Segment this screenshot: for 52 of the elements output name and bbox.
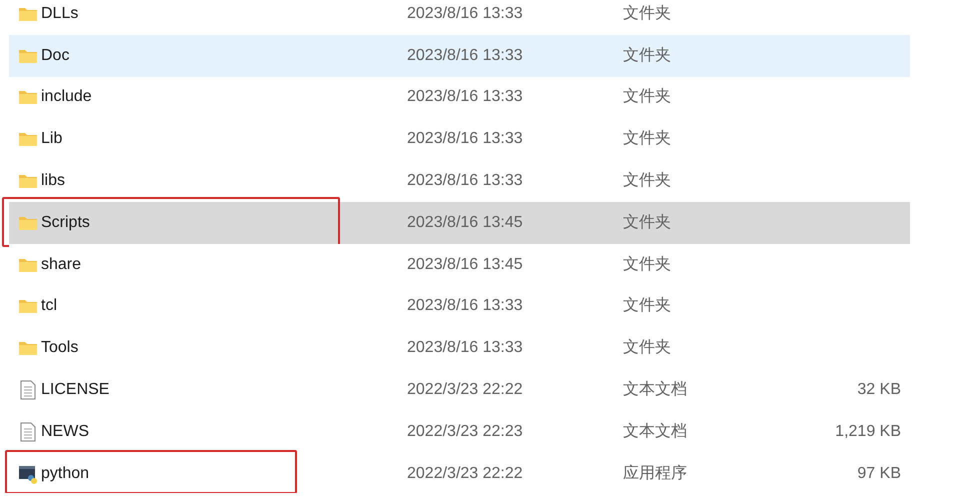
file-type: 文件夹 (623, 128, 672, 150)
file-name: LICENSE (41, 380, 110, 400)
file-name: Doc (41, 46, 70, 66)
modified-date: 2022/3/23 22:22 (407, 380, 524, 400)
file-name: python (41, 464, 90, 484)
file-size: 32 KB (857, 380, 901, 400)
file-size: 1,219 KB (835, 422, 901, 442)
modified-date: 2023/8/16 13:45 (407, 254, 524, 275)
modified-date: 2023/8/16 13:33 (407, 296, 524, 316)
modified-date: 2023/8/16 13:33 (407, 46, 524, 66)
folder-icon (18, 131, 38, 148)
file-name: share (41, 254, 82, 275)
file-name: Lib (41, 129, 64, 150)
folder-icon (18, 256, 38, 273)
file-type: 应用程序 (623, 464, 688, 484)
modified-date: 2023/8/16 13:33 (407, 171, 524, 192)
file-type: 文件夹 (623, 4, 672, 24)
file-type: 文件夹 (623, 212, 672, 233)
file-type: 文件夹 (623, 338, 672, 358)
modified-date: 2023/8/16 13:33 (407, 129, 524, 150)
folder-icon (18, 298, 38, 314)
file-name: NEWS (41, 422, 90, 442)
folder-icon (18, 6, 38, 22)
app-window-icon (18, 464, 38, 484)
file-type: 文本文档 (623, 380, 688, 400)
file-type: 文件夹 (623, 86, 672, 108)
folder-icon (18, 214, 38, 231)
file-name: libs (41, 171, 66, 192)
folder-icon (18, 89, 38, 106)
modified-date: 2022/3/23 22:22 (407, 464, 524, 484)
folder-icon (18, 48, 38, 64)
modified-date: 2022/3/23 22:23 (407, 422, 524, 442)
file-type: 文件夹 (623, 254, 672, 275)
file-name: DLLs (41, 4, 80, 24)
file-size: 97 KB (857, 464, 901, 484)
file-row[interactable]: Doc 2023/8/16 13:33 文件夹 (9, 34, 910, 77)
file-type: 文件夹 (623, 170, 672, 192)
document-icon (20, 422, 36, 442)
file-name: Tools (41, 338, 80, 358)
document-icon (20, 380, 36, 400)
file-name: Scripts (41, 212, 91, 233)
modified-date: 2023/8/16 13:33 (407, 4, 524, 24)
file-type: 文件夹 (623, 296, 672, 316)
folder-icon (18, 173, 38, 190)
file-name: tcl (41, 296, 58, 316)
modified-date: 2023/8/16 13:33 (407, 338, 524, 358)
file-type: 文本文档 (623, 422, 688, 442)
folder-icon (18, 340, 38, 356)
file-type: 文件夹 (623, 46, 672, 66)
modified-date: 2023/8/16 13:45 (407, 212, 524, 233)
modified-date: 2023/8/16 13:33 (407, 87, 524, 108)
file-name: include (41, 87, 93, 108)
